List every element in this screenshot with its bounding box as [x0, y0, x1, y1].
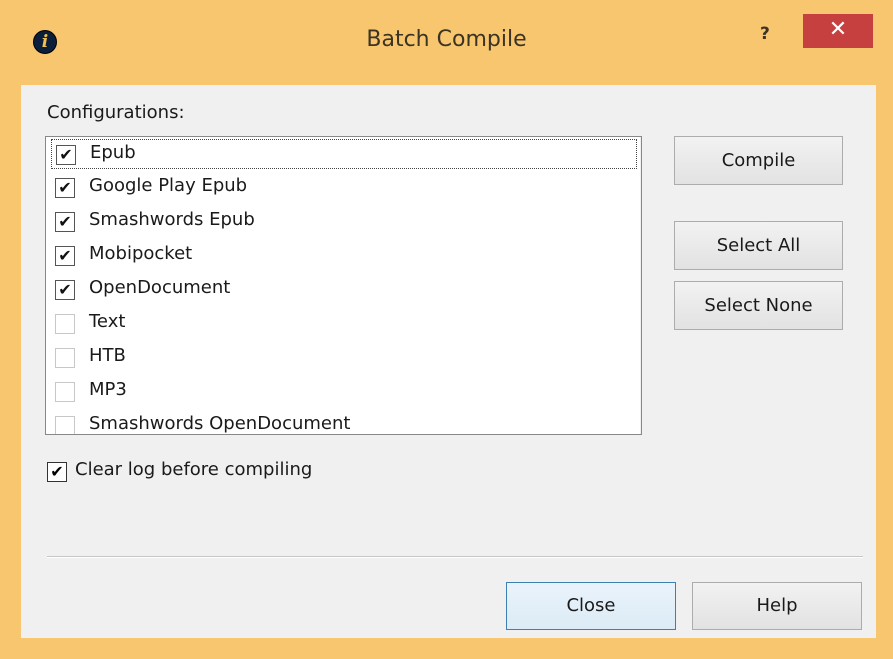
- list-item-label: HTB: [89, 345, 126, 366]
- list-item[interactable]: ✔ Google Play Epub: [51, 173, 636, 203]
- help-button[interactable]: Help: [692, 582, 862, 630]
- list-item-label: Mobipocket: [89, 243, 193, 264]
- list-item-label: Epub: [90, 142, 136, 163]
- list-item-label: Google Play Epub: [89, 175, 248, 196]
- separator: [47, 556, 863, 558]
- list-item-label: MP3: [89, 379, 127, 400]
- select-none-button[interactable]: Select None: [674, 281, 843, 330]
- checkbox[interactable]: [55, 416, 75, 434]
- checkbox[interactable]: ✔: [55, 280, 75, 300]
- list-item[interactable]: ✔ Mobipocket: [51, 241, 636, 271]
- checkbox[interactable]: ✔: [55, 178, 75, 198]
- scroll-down-icon[interactable]: ⌄: [640, 399, 641, 423]
- list-item-label: Text: [89, 311, 126, 332]
- list-item[interactable]: Text: [51, 309, 636, 339]
- close-window-button[interactable]: ✕: [803, 14, 873, 48]
- select-all-button[interactable]: Select All: [674, 221, 843, 270]
- list-item-label: Smashwords Epub: [89, 209, 255, 230]
- clear-log-label: Clear log before compiling: [75, 459, 313, 480]
- list-item-label: OpenDocument: [89, 277, 231, 298]
- checkbox[interactable]: [55, 314, 75, 334]
- configurations-label: Configurations:: [47, 102, 185, 123]
- compile-button[interactable]: Compile: [674, 136, 843, 185]
- list-item[interactable]: Smashwords OpenDocument: [51, 411, 636, 434]
- list-item-label: Smashwords OpenDocument: [89, 413, 351, 434]
- checkbox[interactable]: [55, 382, 75, 402]
- list-item[interactable]: ✔ Smashwords Epub: [51, 207, 636, 237]
- configurations-list[interactable]: ✔ Epub ✔ Google Play Epub ✔ Smashwords E…: [45, 136, 642, 435]
- batch-compile-dialog: i Batch Compile ? ✕ Configurations: ✔ Ep…: [0, 0, 893, 659]
- list-scrollbar[interactable]: ⌃ ⌄: [640, 137, 641, 434]
- help-icon[interactable]: ?: [760, 24, 770, 44]
- list-item[interactable]: ✔ Epub: [51, 139, 637, 169]
- dialog-body: Configurations: ✔ Epub ✔ Google Play Epu…: [21, 85, 876, 638]
- list-item[interactable]: MP3: [51, 377, 636, 407]
- clear-log-checkbox[interactable]: ✔: [47, 462, 67, 482]
- checkbox[interactable]: [55, 348, 75, 368]
- checkbox[interactable]: ✔: [56, 145, 76, 165]
- checkbox[interactable]: ✔: [55, 246, 75, 266]
- list-item[interactable]: ✔ OpenDocument: [51, 275, 636, 305]
- list-item[interactable]: HTB: [51, 343, 636, 373]
- close-button[interactable]: Close: [506, 582, 676, 630]
- scroll-up-icon[interactable]: ⌃: [640, 143, 641, 167]
- checkbox[interactable]: ✔: [55, 212, 75, 232]
- title-bar[interactable]: i Batch Compile ? ✕: [0, 0, 893, 85]
